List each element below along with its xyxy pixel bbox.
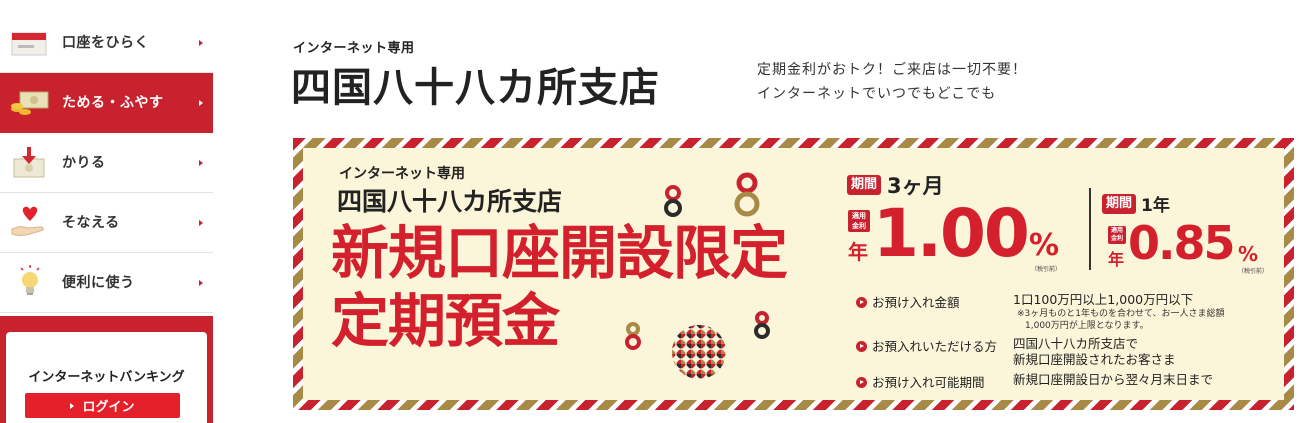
- term-badge: 期間: [1102, 193, 1137, 214]
- campaign-banner[interactable]: インターネット専用 四国八十八カ所支店 新規口座開設限定 定期預金 期間 3ヶ月…: [293, 138, 1294, 410]
- sidebar-item-label: ためる・ふやす: [62, 95, 164, 111]
- chevron-right-icon: [199, 40, 203, 46]
- term-badge: 期間: [847, 175, 882, 195]
- info-note-line-2: 1,000万円が上限となります。: [1025, 321, 1149, 331]
- rate-value: 0.85: [1128, 216, 1235, 270]
- chevron-right-icon: [199, 100, 203, 106]
- page-title: 四国八十八カ所支店: [291, 65, 660, 111]
- eight-decoration-icon: [734, 172, 760, 217]
- tagline-line-1: 定期金利がおトク！ご来店は一切不要！: [757, 62, 1027, 78]
- bankbook-icon: [10, 25, 50, 61]
- year-label: 年: [1108, 250, 1125, 269]
- sidebar-item-prepare[interactable]: そなえる: [0, 193, 213, 253]
- login-label: ログイン: [82, 400, 135, 415]
- rate-value: 1.00: [873, 195, 1030, 272]
- play-arrow-icon: [70, 402, 75, 409]
- rate-badge-bottom: 金利: [1110, 235, 1123, 242]
- info-value-eligible-2: 新規口座開設されたお客さま: [1013, 352, 1176, 367]
- chevron-right-icon: [199, 280, 203, 286]
- chevron-right-icon: [199, 160, 203, 166]
- rate-badge-top: 適用: [852, 212, 866, 220]
- info-value-period: 新規口座開設日から翌々月末日まで: [1013, 372, 1214, 387]
- term-value: 1年: [1141, 196, 1170, 216]
- login-button[interactable]: ログイン: [25, 393, 180, 418]
- rate-badge: 適用 金利: [848, 210, 870, 232]
- branch-type-label: インターネット専用: [293, 41, 415, 56]
- plan-1year-term: 期間 1年: [1102, 191, 1170, 216]
- banner-content: インターネット専用 四国八十八カ所支店 新規口座開設限定 定期預金 期間 3ヶ月…: [303, 148, 1284, 400]
- internet-banking-title: インターネットバンキング: [28, 370, 185, 385]
- plan-divider: [1089, 188, 1091, 270]
- info-value-eligible-1: 四国八十八カ所支店で: [1013, 336, 1139, 351]
- banner-sub-label: インターネット専用: [339, 166, 465, 182]
- money-stack-icon: [10, 85, 50, 121]
- sidebar-item-borrow[interactable]: かりる: [0, 133, 213, 193]
- percent-sign: %: [1238, 242, 1259, 266]
- internet-banking-panel: インターネットバンキング ログイン: [0, 316, 213, 423]
- arrow-bullet-icon: [856, 297, 867, 308]
- sidebar-item-label: 便利に使う: [62, 275, 135, 291]
- pattern-circle-icon: [672, 325, 726, 379]
- banner-headline-2: 定期預金: [331, 287, 560, 355]
- info-label-amount: お預け入れ金額: [856, 292, 960, 311]
- year-label: 年: [848, 240, 868, 264]
- lightbulb-icon: [10, 265, 50, 301]
- percent-sign: %: [1029, 228, 1060, 263]
- info-label-text: お預け入れ金額: [872, 295, 960, 310]
- banner-branch-name: 四国八十八カ所支店: [337, 187, 563, 216]
- eight-decoration-icon: [664, 185, 682, 217]
- internet-banking-box: インターネットバンキング ログイン: [6, 332, 207, 423]
- tagline: 定期金利がおトク！ご来店は一切不要！ インターネットでいつでもどこでも: [757, 58, 1027, 106]
- rate-badge-top: 適用: [1110, 227, 1123, 234]
- rate-badge-bottom: 金利: [852, 222, 866, 230]
- sidebar-item-label: かりる: [62, 155, 106, 171]
- info-label-period: お預け入れ可能期間: [856, 372, 985, 391]
- arrow-bullet-icon: [856, 377, 867, 388]
- borrow-arrow-icon: [10, 145, 50, 181]
- banner-headline: 新規口座開設限定: [331, 219, 788, 287]
- info-note-line-1: ※3ヶ月ものと1年ものを合わせて、お一人さま総額: [1017, 309, 1225, 319]
- sidebar-item-open-account[interactable]: 口座をひらく: [0, 13, 213, 73]
- info-value-amount: 1口100万円以上1,000万円以下: [1013, 292, 1194, 307]
- tax-note: （税引前）: [1031, 266, 1062, 273]
- arrow-bullet-icon: [856, 341, 867, 352]
- chevron-right-icon: [199, 220, 203, 226]
- heart-hand-icon: [10, 205, 50, 241]
- tax-note: （税引前）: [1238, 268, 1269, 275]
- sidebar: 口座をひらく ためる・ふやす かりる そなえる 便利に使う インターネットバンキ…: [0, 0, 213, 423]
- sidebar-item-label: 口座をひらく: [62, 35, 149, 51]
- info-label-text: お預入れいただける方: [872, 339, 998, 354]
- tagline-line-2: インターネットでいつでもどこでも: [757, 86, 997, 102]
- info-label-text: お預け入れ可能期間: [872, 375, 985, 390]
- eight-decoration-icon: [754, 311, 770, 339]
- rate-badge: 適用 金利: [1108, 226, 1126, 244]
- info-label-eligible: お預入れいただける方: [856, 336, 997, 355]
- eight-decoration-icon: [625, 322, 641, 350]
- sidebar-item-label: そなえる: [62, 215, 120, 231]
- sidebar-item-save-grow[interactable]: ためる・ふやす: [0, 73, 213, 133]
- sidebar-item-convenient[interactable]: 便利に使う: [0, 253, 213, 313]
